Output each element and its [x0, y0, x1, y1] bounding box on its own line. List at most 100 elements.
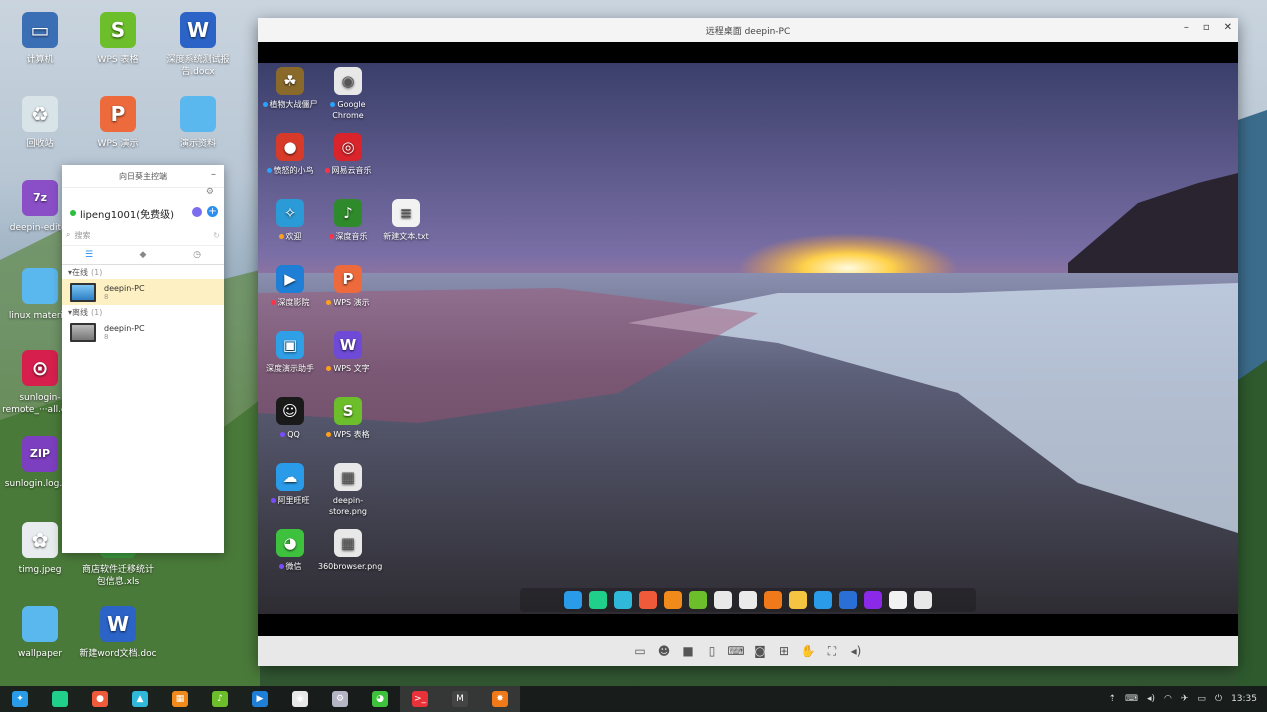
remote-desktop-icon[interactable]: ≡ 新建文本.txt: [376, 199, 436, 242]
remote-desktop-icon[interactable]: ♪ 深度音乐: [318, 199, 378, 242]
screen-icon[interactable]: ■: [681, 644, 695, 658]
remote-desktop-icon[interactable]: W WPS 文字: [318, 331, 378, 374]
app-icon: ▦: [334, 529, 362, 557]
remote-screen[interactable]: ☘ 植物大战僵尸 ◉ Google Chrome ● 愤怒的小鸟 ◎ 网易云音乐 ✧ 欢迎 ♪ 深度音…: [258, 42, 1238, 636]
desktop-icon[interactable]: wallpaper: [0, 606, 80, 660]
device-row[interactable]: deepin-PC 8: [62, 279, 224, 305]
keyboard-icon[interactable]: ⌨: [1125, 694, 1138, 704]
remote-desktop-icon[interactable]: ☘ 植物大战僵尸: [260, 67, 320, 110]
dock-app-icon[interactable]: [814, 591, 832, 609]
hand-icon[interactable]: ✋: [801, 644, 816, 658]
desktop-icon-label: 计算机: [26, 55, 54, 65]
remote-desktop-icon[interactable]: ✧ 欢迎: [260, 199, 320, 242]
dock-app-icon[interactable]: [914, 591, 932, 609]
dock-app-icon[interactable]: [639, 591, 657, 609]
message-icon[interactable]: [192, 207, 202, 217]
desktop-icon[interactable]: W 新建word文档.doc: [78, 606, 158, 660]
taskbar-file-manager[interactable]: [40, 686, 80, 712]
taskbar-sunlogin[interactable]: ✸: [480, 686, 520, 712]
taskbar-music[interactable]: ♪: [200, 686, 240, 712]
dock-app-icon[interactable]: [789, 591, 807, 609]
wifi-icon[interactable]: ◠: [1164, 694, 1172, 704]
remote-desktop-icon[interactable]: ▦ deepin-store.png: [318, 463, 378, 517]
dock-app-icon[interactable]: [564, 591, 582, 609]
remote-desktop-icon[interactable]: ◕ 微信: [260, 529, 320, 572]
desktop-icon[interactable]: 演示资料: [158, 96, 238, 150]
app-store-icon: ▲: [132, 691, 148, 707]
maximize-button[interactable]: ▫: [1203, 22, 1210, 33]
group-count: (1): [91, 267, 103, 277]
layout-icon[interactable]: ⊞: [777, 644, 791, 658]
dock-app-icon[interactable]: [714, 591, 732, 609]
desktop-icon[interactable]: W 深度系统测试报告.docx: [158, 12, 238, 78]
remote-desktop-icon[interactable]: ● 愤怒的小鸟: [260, 133, 320, 176]
taskbar-video[interactable]: ▶: [240, 686, 280, 712]
settings-icon[interactable]: ⚙: [206, 187, 214, 197]
taskbar-terminal[interactable]: >_: [400, 686, 440, 712]
remote-desktop-icon[interactable]: P WPS 演示: [318, 265, 378, 308]
dock-app-icon[interactable]: [764, 591, 782, 609]
minimize-button[interactable]: –: [211, 169, 216, 180]
camera-icon[interactable]: ◙: [753, 644, 767, 658]
taskbar-settings[interactable]: ⚙: [320, 686, 360, 712]
remote-desktop-icon[interactable]: ◉ Google Chrome: [318, 67, 378, 121]
file-icon[interactable]: ▯: [705, 644, 719, 658]
shutdown-icon[interactable]: ⏻: [1215, 694, 1222, 704]
desktop-icon-label: WPS 表格: [97, 55, 139, 65]
volume-icon[interactable]: ◂): [849, 644, 863, 658]
remote-desktop-icon[interactable]: ▶ 深度影院: [260, 265, 320, 308]
remote-desktop-icon[interactable]: ▦ 360browser.png: [318, 529, 382, 572]
clock[interactable]: 13:35: [1231, 694, 1257, 704]
close-button[interactable]: ✕: [1224, 22, 1232, 33]
refresh-icon[interactable]: ↻: [213, 231, 220, 240]
remote-dock[interactable]: [520, 588, 976, 612]
dock-app-icon[interactable]: [614, 591, 632, 609]
group-header[interactable]: ▾ 离线 (1): [62, 305, 224, 319]
remote-desktop-icon[interactable]: S WPS 表格: [318, 397, 378, 440]
dock-app-icon[interactable]: [664, 591, 682, 609]
battery-icon[interactable]: ▭: [1197, 694, 1206, 704]
dock-app-icon[interactable]: [864, 591, 882, 609]
remote-desktop-icon[interactable]: ☁ 阿里旺旺: [260, 463, 320, 506]
search-bar[interactable]: ⌕ 搜索 ↻: [66, 228, 220, 242]
remote-wallpaper[interactable]: ☘ 植物大战僵尸 ◉ Google Chrome ● 愤怒的小鸟 ◎ 网易云音乐 ✧ 欢迎 ♪ 深度音…: [258, 63, 1238, 614]
minimize-button[interactable]: –: [1184, 22, 1189, 33]
taskbar-wechat[interactable]: ◕: [360, 686, 400, 712]
taskbar-screen-recorder[interactable]: ●: [80, 686, 120, 712]
remote-desktop-icon[interactable]: ◎ 网易云音乐: [318, 133, 378, 176]
remote-desktop-window[interactable]: 远程桌面 deepin-PC – ▫ ✕ ☘ 植物大战僵尸 ◉ Google C…: [258, 18, 1238, 666]
desktop-icon[interactable]: ♻ 回收站: [0, 96, 80, 150]
dock-app-icon[interactable]: [589, 591, 607, 609]
taskbar-archive[interactable]: ▦: [160, 686, 200, 712]
add-icon[interactable]: +: [207, 206, 218, 217]
taskbar-launcher[interactable]: ✦: [0, 686, 40, 712]
dock-app-icon[interactable]: [889, 591, 907, 609]
airplane-icon[interactable]: ✈: [1181, 694, 1189, 704]
tab-list[interactable]: ☰: [62, 246, 116, 264]
taskbar-app-store[interactable]: ▲: [120, 686, 160, 712]
taskbar-chrome[interactable]: ◉: [280, 686, 320, 712]
monitor-icon[interactable]: ▭: [633, 644, 647, 658]
search-input[interactable]: 搜索: [74, 230, 90, 241]
sunlogin-panel[interactable]: 向日葵主控端 – ⚙ lipeng1001(免费级) + ⌕ 搜索 ↻ ☰ ◆ …: [62, 165, 224, 553]
remote-desktop-icon[interactable]: ☺ QQ: [260, 397, 320, 440]
desktop-icon[interactable]: ▭ 计算机: [0, 12, 80, 66]
remote-icon-label: 植物大战僵尸: [260, 99, 320, 110]
remote-desktop-icon[interactable]: ▣ 深度演示助手: [260, 331, 320, 374]
dock-app-icon[interactable]: [739, 591, 757, 609]
dock-app-icon[interactable]: [839, 591, 857, 609]
dock-app-icon[interactable]: [689, 591, 707, 609]
keyboard-icon[interactable]: ⌨: [727, 644, 744, 658]
usb-icon[interactable]: ⇡: [1108, 694, 1116, 704]
tab-tags[interactable]: ◆: [116, 246, 170, 264]
taskbar-monitor[interactable]: M: [440, 686, 480, 712]
fullscreen-icon[interactable]: ⛶: [825, 644, 839, 658]
desktop-icon[interactable]: P WPS 演示: [78, 96, 158, 150]
volume-icon[interactable]: ◂): [1147, 694, 1155, 704]
device-row[interactable]: deepin-PC 8: [62, 319, 224, 345]
desktop-icon[interactable]: S WPS 表格: [78, 12, 158, 66]
status-dot-icon: [328, 234, 334, 239]
user-icon[interactable]: ☻: [657, 644, 671, 658]
tab-history[interactable]: ◷: [170, 246, 224, 264]
group-header[interactable]: ▾ 在线 (1): [62, 265, 224, 279]
